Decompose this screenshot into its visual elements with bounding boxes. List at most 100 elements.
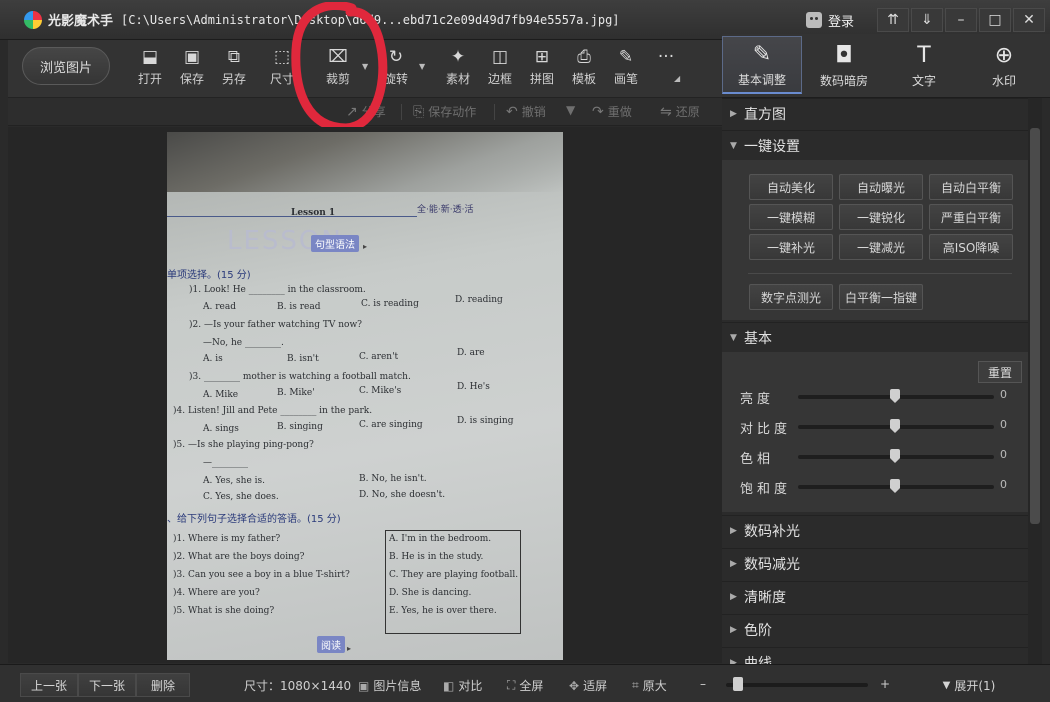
adjust-panel: ▶ 直方图 ▼ 一键设置 自动美化 自动曝光 自动白平衡 一键模糊 一键锐化 严重白… — [722, 98, 1028, 664]
high-iso-denoise-button[interactable]: 高ISO降噪 — [929, 234, 1013, 260]
section-curves[interactable]: ▶ 曲线 — [722, 647, 1028, 664]
image-canvas[interactable]: Lesson 1 全·能·新·透·活 LESSON 句型语法 ▸ 单项选择。(1… — [8, 127, 722, 663]
fit-screen-button[interactable]: ✥ 适屏 — [569, 677, 607, 694]
redo-icon: ↷ — [592, 103, 604, 120]
compare-button[interactable]: ◧ 对比 — [443, 677, 482, 694]
header-rule — [167, 216, 417, 217]
crop-button[interactable]: ⌧ 裁剪 — [320, 46, 356, 90]
zoom-slider-handle[interactable] — [733, 677, 743, 691]
undo-dropdown-icon[interactable]: ▼ — [566, 103, 575, 117]
template-button[interactable]: ⎙ 模板 — [566, 46, 602, 90]
slider-handle[interactable] — [890, 479, 900, 493]
white-balance-finger-button[interactable]: 白平衡一指键 — [839, 284, 923, 310]
document-photo: Lesson 1 全·能·新·透·活 LESSON 句型语法 ▸ 单项选择。(1… — [167, 132, 563, 660]
section-digital-reduce-light[interactable]: ▶ 数码减光 — [722, 548, 1028, 578]
answer-box — [385, 530, 521, 634]
open-icon: ⬓ — [141, 47, 159, 67]
auto-exposure-button[interactable]: 自动曝光 — [839, 174, 923, 200]
open-button[interactable]: ⬓ 打开 — [132, 46, 168, 90]
save-action-button[interactable]: ⎘ 保存动作 — [413, 103, 476, 120]
scroll-thumb[interactable] — [1030, 128, 1040, 524]
border-button[interactable]: ◫ 边框 — [482, 46, 518, 90]
series-title: 全·能·新·透·活 — [417, 205, 474, 215]
slider-handle[interactable] — [890, 389, 900, 403]
skin-button[interactable]: ⇈ — [877, 8, 909, 32]
slider-handle[interactable] — [890, 449, 900, 463]
image-info-button[interactable]: ▣ 图片信息 — [358, 677, 421, 694]
reset-button[interactable]: 重置 — [978, 361, 1022, 383]
tab-text[interactable]: T 文字 — [884, 36, 964, 94]
prev-image-button[interactable]: 上一张 — [20, 673, 78, 697]
expand-button[interactable]: ▼ 展开(1) — [924, 673, 1014, 697]
section-digital-fill-light[interactable]: ▶ 数码补光 — [722, 515, 1028, 545]
one-click-fill-light-button[interactable]: 一键补光 — [749, 234, 833, 260]
contrast-slider[interactable]: 对比度 0 — [722, 416, 1028, 437]
zoom-in-button[interactable]: + — [880, 677, 890, 691]
one-click-blur-button[interactable]: 一键模糊 — [749, 204, 833, 230]
auto-white-balance-button[interactable]: 自动白平衡 — [929, 174, 1013, 200]
login-label: 登录 — [828, 14, 855, 30]
chevron-right-icon: ▶ — [730, 525, 737, 536]
next-image-button[interactable]: 下一张 — [78, 673, 136, 697]
chevron-right-icon: ▶ — [730, 591, 737, 602]
resize-button[interactable]: ⬚ 尺寸 — [264, 46, 300, 90]
restore-button[interactable]: ⇋ 还原 — [660, 103, 700, 120]
redo-button[interactable]: ↷ 重做 — [592, 103, 632, 120]
tab-watermark[interactable]: ⊕ 水印 — [964, 36, 1044, 94]
original-size-button[interactable]: ⌗ 原大 — [632, 677, 667, 694]
rotate-button[interactable]: ↻ 旋转 — [378, 46, 414, 90]
section-one-click[interactable]: ▼ 一键设置 — [722, 130, 1028, 160]
section-basic[interactable]: ▼ 基本 — [722, 322, 1028, 352]
login-button[interactable]: 登录 — [800, 9, 860, 31]
save-button[interactable]: ▣ 保存 — [174, 46, 210, 90]
right-panel-tabs: ✎ 基本调整 ◘ 数码暗房 T 文字 ⊕ 水印 — [722, 34, 1050, 98]
brightness-slider[interactable]: 亮度 0 — [722, 386, 1028, 407]
zoom-out-button[interactable]: – — [700, 677, 706, 691]
auto-beautify-button[interactable]: 自动美化 — [749, 174, 833, 200]
collage-button[interactable]: ⊞ 拼图 — [524, 46, 560, 90]
undo-button[interactable]: ↶ 撤销 — [506, 103, 546, 120]
delete-button[interactable]: 删除 — [136, 673, 190, 697]
chevron-down-icon: ▼ — [942, 679, 951, 691]
menu-button[interactable]: ⇓ — [911, 8, 943, 32]
text-icon: T — [917, 42, 931, 68]
hue-slider[interactable]: 色相 0 — [722, 446, 1028, 467]
tab-darkroom[interactable]: ◘ 数码暗房 — [804, 36, 884, 94]
panel-scrollbar[interactable] — [1028, 98, 1042, 664]
user-icon — [806, 12, 822, 28]
severe-white-balance-button[interactable]: 严重白平衡 — [929, 204, 1013, 230]
maximize-button[interactable]: □ — [979, 8, 1011, 32]
minimize-button[interactable]: – — [945, 8, 977, 32]
digital-metering-button[interactable]: 数字点测光 — [749, 284, 833, 310]
undo-icon: ↶ — [506, 103, 518, 120]
one-click-reduce-light-button[interactable]: 一键减光 — [839, 234, 923, 260]
one-click-sharpen-button[interactable]: 一键锐化 — [839, 204, 923, 230]
grammar-badge: 句型语法 — [311, 235, 359, 252]
zoom-slider[interactable] — [726, 683, 868, 687]
section-histogram[interactable]: ▶ 直方图 — [722, 98, 1028, 128]
part1-heading: 单项选择。(15 分) — [167, 270, 251, 281]
more-tools-button[interactable]: ··· — [648, 46, 684, 90]
section-clarity[interactable]: ▶ 清晰度 — [722, 581, 1028, 611]
app-logo-icon — [24, 10, 42, 29]
tab-basic-adjust[interactable]: ✎ 基本调整 — [722, 36, 802, 94]
chevron-down-icon: ▼ — [730, 332, 737, 343]
fullscreen-button[interactable]: ⛶ 全屏 — [507, 677, 543, 694]
share-button[interactable]: ↗ 分享 — [346, 103, 386, 120]
slider-handle[interactable] — [890, 419, 900, 433]
app-name: 光影魔术手 — [48, 14, 114, 29]
close-button[interactable]: ✕ — [1013, 8, 1045, 32]
material-button[interactable]: ✦ 素材 — [440, 46, 476, 90]
save-as-button[interactable]: ⧉ 另存 — [216, 46, 252, 90]
basic-adjust-icon: ✎ — [752, 42, 772, 67]
more-icon: ··· — [657, 47, 675, 67]
rotate-dropdown-icon[interactable]: ▼ — [419, 62, 425, 71]
saturation-slider[interactable]: 饱和度 0 — [722, 476, 1028, 497]
chevron-down-icon: ▼ — [730, 140, 737, 151]
expand-toolbar-icon[interactable]: ◢ — [674, 74, 680, 83]
brush-button[interactable]: ✎ 画笔 — [608, 46, 644, 90]
section-levels[interactable]: ▶ 色阶 — [722, 614, 1028, 644]
crop-dropdown-icon[interactable]: ▼ — [362, 62, 368, 71]
chevron-right-icon: ▶ — [730, 624, 737, 635]
browse-images-button[interactable]: 浏览图片 — [22, 47, 110, 85]
